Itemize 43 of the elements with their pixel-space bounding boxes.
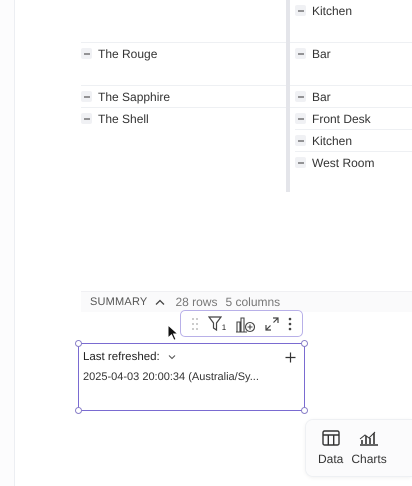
column-count: 5 columns <box>225 295 280 309</box>
collapse-button[interactable] <box>295 157 306 168</box>
row-label: Kitchen <box>312 4 352 18</box>
collapse-button[interactable] <box>81 113 92 124</box>
collapse-button[interactable] <box>295 5 306 16</box>
cursor-icon <box>167 324 179 342</box>
refresh-card[interactable]: Last refreshed: 2025-04-03 20:00:34 (Australia/Sy... <box>78 343 305 411</box>
field-label: Last refreshed: <box>83 351 160 363</box>
collapse-button[interactable] <box>295 113 306 124</box>
row-label: The Rouge <box>98 46 158 60</box>
summary-toggle[interactable]: SUMMARY <box>90 296 148 308</box>
row-label: West Room <box>312 156 374 170</box>
collapse-button[interactable] <box>295 91 306 102</box>
row-label: The Shell <box>98 112 149 126</box>
collapse-button[interactable] <box>81 48 92 59</box>
row-count: 28 rows <box>175 295 218 309</box>
row-label: Kitchen <box>312 134 352 148</box>
table-icon <box>322 430 340 446</box>
expand-icon[interactable] <box>265 316 280 330</box>
resize-handle[interactable] <box>75 340 82 347</box>
filter-button[interactable]: 1 <box>208 316 226 332</box>
timestamp-text: 2025-04-03 20:00:34 (Australia/Sy... <box>83 371 260 383</box>
filter-count: 1 <box>222 324 226 332</box>
row-label: Bar <box>312 46 331 60</box>
collapse-button[interactable] <box>81 91 92 102</box>
collapse-button[interactable] <box>295 48 306 59</box>
row-label: Bar <box>312 90 331 104</box>
nav-button[interactable]: Charts <box>351 420 387 476</box>
more-icon[interactable] <box>288 316 292 330</box>
add-icon[interactable] <box>285 352 296 362</box>
filter-icon[interactable] <box>208 316 222 332</box>
row-label: The Sapphire <box>98 90 170 104</box>
drag-handle-icon[interactable] <box>191 316 200 330</box>
collapse-button[interactable] <box>295 135 306 146</box>
chart-icon <box>359 430 380 446</box>
resize-handle[interactable] <box>301 407 308 414</box>
caret-icon[interactable] <box>155 298 166 306</box>
chevron-icon[interactable] <box>168 354 176 360</box>
resize-handle[interactable] <box>75 407 82 414</box>
row-label: Front Desk <box>312 112 371 126</box>
nav-button[interactable]: Data <box>318 420 344 476</box>
resize-handle[interactable] <box>301 340 308 347</box>
add-chart-icon[interactable] <box>234 314 257 332</box>
